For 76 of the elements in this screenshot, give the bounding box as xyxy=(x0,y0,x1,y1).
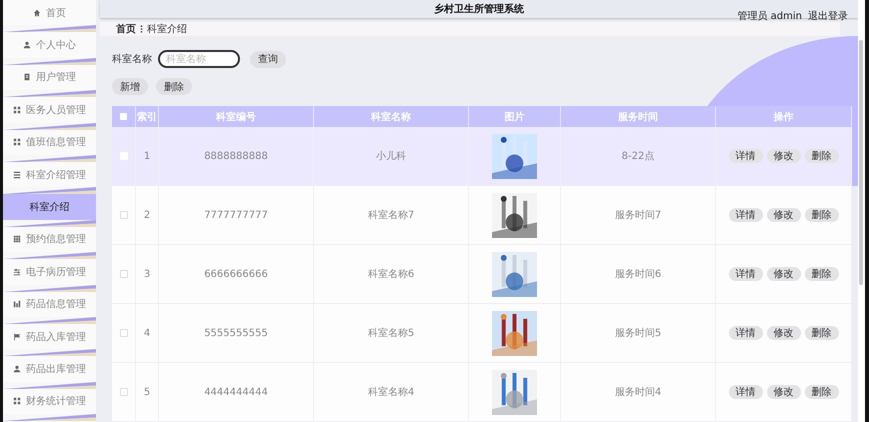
chart-icon xyxy=(13,300,21,308)
separator-icon xyxy=(140,25,143,33)
delete-button[interactable]: 删除 xyxy=(804,208,838,222)
table-row[interactable]: 1 8888888888 小儿科 8-22点 详情 修改 删除 xyxy=(112,127,852,186)
home-icon xyxy=(33,8,41,17)
column-header: 索引 xyxy=(136,106,158,127)
table-cell: 6666666666 xyxy=(158,244,314,304)
row-checkbox[interactable] xyxy=(120,328,128,337)
table-icon xyxy=(13,235,21,244)
table-cell: 科室名称6 xyxy=(314,244,468,304)
table-cell: 8-22点 xyxy=(560,127,716,186)
column-header: 科室名称 xyxy=(314,106,468,127)
table-row[interactable]: 5 4444444444 科室名称4 服务时间4 详情 修改 删除 xyxy=(112,362,852,422)
logout-link[interactable]: 退出登录 xyxy=(808,9,848,23)
delete-button[interactable]: 删除 xyxy=(804,385,838,399)
edit-button[interactable]: 修改 xyxy=(766,267,800,281)
delete-button[interactable]: 删除 xyxy=(804,326,838,340)
delete-button[interactable]: 删除 xyxy=(804,267,838,281)
user-icon xyxy=(23,41,31,50)
table-cell: 科室名称7 xyxy=(314,186,468,244)
table-cell: 科室名称4 xyxy=(314,362,468,422)
table-cell: 5555555555 xyxy=(158,304,314,362)
table-cell: 8888888888 xyxy=(158,127,314,186)
detail-button[interactable]: 详情 xyxy=(728,208,762,222)
table-cell: 7777777777 xyxy=(158,186,314,244)
edit-button[interactable]: 修改 xyxy=(766,326,800,340)
flag-icon xyxy=(13,332,21,341)
list-icon xyxy=(13,170,21,179)
table-cell: 2 xyxy=(136,186,158,244)
grid-icon xyxy=(13,138,21,146)
grid-icon xyxy=(13,106,21,114)
user-icon xyxy=(13,364,21,373)
edit-button[interactable]: 修改 xyxy=(766,149,800,163)
sidebar-item[interactable]: 科室介绍 xyxy=(3,194,96,220)
detail-button[interactable]: 详情 xyxy=(728,326,762,340)
edit-button[interactable]: 修改 xyxy=(766,208,800,222)
user-label: 管理员 admin xyxy=(737,10,802,23)
table-cell: 服务时间6 xyxy=(560,244,716,304)
column-header: 图片 xyxy=(468,106,560,127)
select-all-checkbox[interactable] xyxy=(120,112,127,120)
detail-button[interactable]: 详情 xyxy=(728,149,762,163)
detail-button[interactable]: 详情 xyxy=(728,385,762,399)
row-checkbox[interactable] xyxy=(120,270,128,278)
slider-icon xyxy=(13,268,21,276)
field-label: 科室名称 xyxy=(112,52,152,66)
search-field[interactable]: 科室名称 xyxy=(158,50,240,68)
table-cell: 1 xyxy=(136,127,158,186)
table-row[interactable]: 2 7777777777 科室名称7 服务时间7 详情 修改 删除 xyxy=(112,186,852,244)
detail-button[interactable]: 详情 xyxy=(728,267,762,281)
breadcrumb-item: 科室介绍 xyxy=(147,22,187,36)
app-title: 乡村卫生所管理系统 xyxy=(434,2,524,16)
scrollbar[interactable] xyxy=(859,40,863,285)
add-button[interactable]: 新增 xyxy=(112,78,148,95)
search-button[interactable]: 查询 xyxy=(250,50,286,68)
table-row[interactable]: 3 6666666666 科室名称6 服务时间6 详情 修改 删除 xyxy=(112,244,852,304)
edit-button[interactable]: 修改 xyxy=(766,385,800,399)
table-cell: 5 xyxy=(136,362,158,422)
grid-icon xyxy=(13,397,21,406)
table-cell: 科室名称5 xyxy=(314,304,468,362)
table-cell: 4444444444 xyxy=(158,362,314,422)
column-header: 科室编号 xyxy=(158,106,314,127)
table-cell: 3 xyxy=(136,244,158,304)
breadcrumb-link[interactable]: 首页 xyxy=(116,22,136,36)
row-checkbox[interactable] xyxy=(120,388,128,396)
table-cell: 服务时间5 xyxy=(560,304,716,362)
doc-icon xyxy=(23,73,31,82)
row-checkbox[interactable] xyxy=(120,210,128,219)
table-cell: 服务时间7 xyxy=(560,186,716,244)
delete-button[interactable]: 删除 xyxy=(156,78,192,95)
table-row[interactable]: 4 5555555555 科室名称5 服务时间5 详情 修改 删除 xyxy=(112,304,852,362)
table-cell: 小儿科 xyxy=(314,127,468,186)
column-header: 服务时间 xyxy=(560,106,716,127)
table-cell: 4 xyxy=(136,304,158,362)
column-header: 操作 xyxy=(716,106,852,127)
table-cell: 服务时间4 xyxy=(560,362,716,422)
delete-button[interactable]: 删除 xyxy=(804,149,838,163)
